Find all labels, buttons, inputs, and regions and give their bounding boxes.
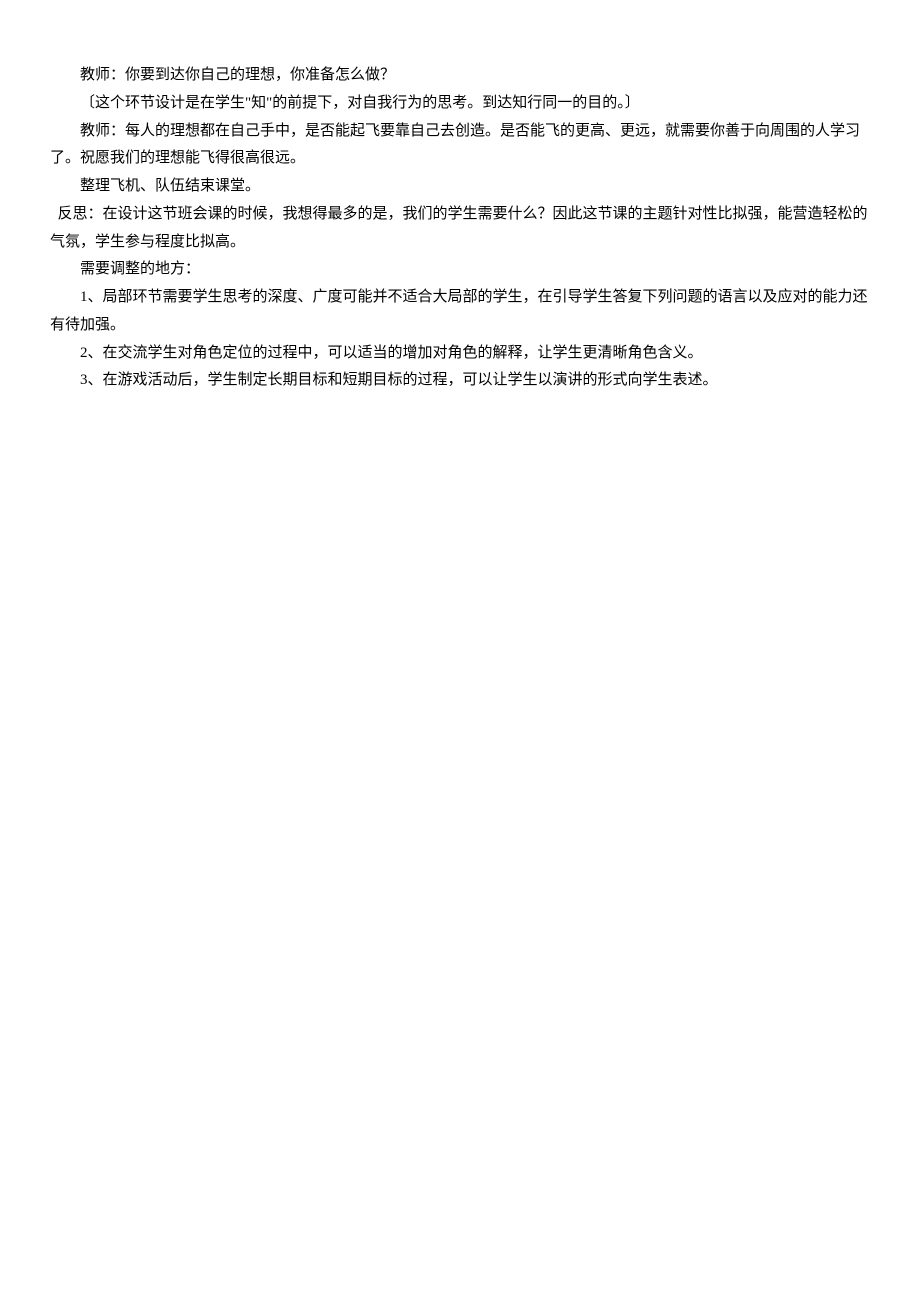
paragraph-reflection: 反思：在设计这节班会课的时候，我想得最多的是，我们的学生需要什么？因此这节课的主…: [50, 201, 870, 257]
paragraph-adjustment-2: 2、在交流学生对角色定位的过程中，可以适当的增加对角色的解释，让学生更清晰角色含…: [50, 340, 870, 368]
paragraph-closing: 整理飞机、队伍结束课堂。: [50, 173, 870, 201]
paragraph-teacher-summary: 教师：每人的理想都在自己手中，是否能起飞要靠自己去创造。是否能飞的更高、更远，就…: [50, 118, 870, 174]
paragraph-adjustment-1: 1、局部环节需要学生思考的深度、广度可能并不适合大局部的学生，在引导学生答复下列…: [50, 284, 870, 340]
paragraph-design-note: 〔这个环节设计是在学生"知"的前提下，对自我行为的思考。到达知行同一的目的。〕: [50, 90, 870, 118]
document-body: 教师：你要到达你自己的理想，你准备怎么做？ 〔这个环节设计是在学生"知"的前提下…: [50, 62, 870, 395]
paragraph-adjustment-3: 3、在游戏活动后，学生制定长期目标和短期目标的过程，可以让学生以演讲的形式向学生…: [50, 367, 870, 395]
paragraph-adjustments-heading: 需要调整的地方：: [50, 256, 870, 284]
paragraph-teacher-question: 教师：你要到达你自己的理想，你准备怎么做？: [50, 62, 870, 90]
